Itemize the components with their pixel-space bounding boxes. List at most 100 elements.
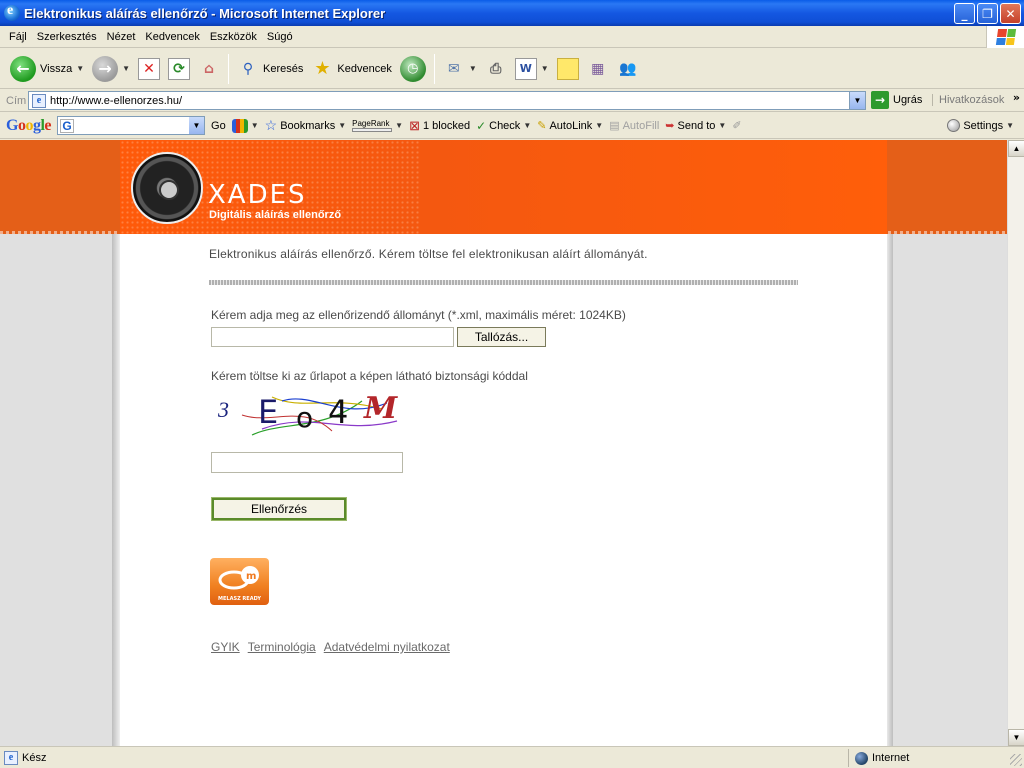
google-options-button[interactable]: ▼ (231, 118, 259, 133)
menu-favorites[interactable]: Kedvencek (140, 31, 204, 43)
google-search-dropdown-icon[interactable]: ▼ (189, 117, 205, 134)
scroll-down-button[interactable]: ▼ (1008, 729, 1024, 746)
browse-button[interactable]: Tallózás... (457, 327, 546, 347)
pagerank-button[interactable]: PageRank ▼ (352, 119, 403, 132)
faq-link[interactable]: GYIK (211, 640, 240, 654)
verify-button[interactable]: Ellenőrzés (211, 497, 347, 521)
file-path-input[interactable] (211, 327, 454, 347)
captcha-image: 3 E o 4 M (212, 391, 408, 439)
back-dropdown-icon[interactable]: ▼ (76, 64, 84, 73)
captcha-input[interactable] (211, 452, 403, 473)
edit-button[interactable]: W ▼ (511, 52, 553, 86)
research-icon: ▦ (591, 60, 605, 77)
side-gutter-right (893, 234, 1007, 746)
go-button[interactable]: → Ugrás (871, 91, 922, 109)
edit-dropdown-icon[interactable]: ▼ (541, 64, 549, 73)
sendto-dropdown-icon: ▼ (718, 121, 727, 130)
menu-edit[interactable]: Szerkesztés (32, 31, 102, 43)
ie-icon[interactable] (4, 3, 20, 21)
windows-logo (986, 26, 1024, 48)
footer-links: GYIK Terminológia Adatvédelmi nyilatkoza… (211, 640, 450, 654)
favorites-button[interactable]: ★ Kedvencek (307, 52, 395, 86)
menu-tools[interactable]: Eszközök (205, 31, 262, 43)
vertical-scrollbar[interactable]: ▲ ▼ (1007, 140, 1024, 746)
melasz-ready-badge[interactable]: m MELASZ READY (210, 558, 269, 605)
popup-blocked-icon: ⊠ (409, 117, 420, 133)
highlight-button[interactable]: ✐ (732, 119, 741, 132)
captcha-char: o (296, 401, 314, 434)
autofill-button[interactable]: ▤ AutoFill (609, 119, 659, 133)
home-button[interactable]: ⌂ (194, 52, 224, 86)
captcha-label: Kérem töltse ki az űrlapot a képen látha… (211, 369, 528, 383)
scroll-up-button[interactable]: ▲ (1008, 140, 1024, 157)
mail-button[interactable]: ✉ ▼ (439, 52, 481, 86)
note-icon (556, 57, 579, 80)
search-icon: ⚲ (242, 60, 254, 77)
google-logo[interactable]: Google (6, 117, 51, 135)
refresh-icon: ⟳ (168, 57, 191, 80)
forward-dropdown-icon[interactable]: ▼ (122, 64, 130, 73)
page-status-icon: e (4, 750, 18, 765)
search-button[interactable]: ⚲ Keresés (233, 52, 307, 86)
bookmark-star-icon: ☆ (264, 117, 278, 133)
go-arrow-icon: → (871, 91, 889, 109)
google-toolbar: Google G ▼ Go ▼ ☆ Bookmarks ▼ PageRank ▼… (0, 113, 1024, 139)
bookmarks-label: Bookmarks (280, 119, 336, 132)
google-go-button[interactable]: Go (211, 120, 226, 132)
popup-blocker-button[interactable]: ⊠ 1 blocked (409, 118, 470, 134)
maximize-button[interactable]: ❐ (977, 3, 998, 24)
address-url[interactable]: http://www.e-ellenorzes.hu/ (50, 95, 182, 107)
chevron-right-icon[interactable]: » (1013, 91, 1020, 104)
intro-text: Elektronikus aláírás ellenőrző. Kérem tö… (209, 247, 648, 261)
autolink-dropdown-icon: ▼ (595, 121, 604, 130)
back-button[interactable]: ← Vissza ▼ (6, 52, 88, 86)
refresh-button[interactable]: ⟳ (164, 52, 194, 86)
pagerank-label: PageRank (352, 119, 390, 128)
menu-view[interactable]: Nézet (102, 31, 141, 43)
back-label: Vissza (40, 62, 73, 75)
bookmarks-button[interactable]: ☆ Bookmarks ▼ (265, 117, 347, 134)
highlighter-icon: ✐ (732, 120, 742, 132)
research-button[interactable]: ▦ (583, 52, 613, 86)
melasz-logo-icon: m (218, 566, 259, 590)
close-button[interactable]: ✕ (1000, 3, 1021, 24)
settings-button[interactable]: Settings ▼ (947, 119, 1014, 132)
messenger-icon: 👥 (618, 60, 637, 77)
window-title: Elektronikus aláírás ellenőrző - Microso… (24, 5, 386, 21)
autolink-button[interactable]: ✎ AutoLink ▼ (537, 119, 604, 133)
privacy-link[interactable]: Adatvédelmi nyilatkozat (324, 640, 450, 654)
stop-button[interactable]: ✕ (134, 52, 164, 86)
toolbar-separator (433, 53, 435, 84)
badge-text: MELASZ READY (218, 596, 261, 602)
forward-arrow-icon: → (92, 55, 119, 82)
menu-file[interactable]: Fájl (4, 31, 32, 43)
sendto-button[interactable]: ➥ Send to ▼ (665, 119, 727, 133)
page-viewport: XADES Digitális aláírás ellenőrző Elektr… (0, 140, 1024, 746)
security-zone[interactable]: Internet (848, 749, 909, 767)
forward-button[interactable]: → ▼ (88, 52, 134, 86)
address-dropdown-icon[interactable]: ▼ (849, 92, 865, 109)
google-search-input[interactable]: G ▼ (57, 116, 206, 135)
side-gutter-left (0, 234, 112, 746)
menu-help[interactable]: Súgó (262, 31, 298, 43)
captcha-char: 3 (218, 397, 229, 422)
address-input[interactable]: e http://www.e-ellenorzes.hu/ ▼ (28, 91, 866, 110)
page-icon: e (32, 93, 46, 108)
history-button[interactable]: ◷ (396, 52, 430, 86)
messenger-button[interactable]: 👥 (613, 52, 643, 86)
resize-grip-icon[interactable] (1010, 754, 1022, 766)
mail-dropdown-icon[interactable]: ▼ (469, 64, 477, 73)
links-button[interactable]: Hivatkozások (932, 94, 1004, 106)
terminology-link[interactable]: Terminológia (248, 640, 316, 654)
print-button[interactable]: ⎙ (481, 52, 511, 86)
minimize-button[interactable]: _ (954, 3, 975, 24)
autolink-label: AutoLink (549, 119, 593, 132)
internet-globe-icon (855, 751, 868, 765)
print-icon: ⎙ (490, 60, 502, 77)
captcha-char: E (258, 393, 279, 431)
check-dropdown-icon: ▼ (523, 121, 532, 130)
discuss-button[interactable] (553, 52, 583, 86)
spellcheck-icon: ✓ (476, 118, 487, 133)
spellcheck-button[interactable]: ✓ Check ▼ (476, 119, 531, 133)
site-logo-subtitle: Digitális aláírás ellenőrző (209, 209, 342, 221)
